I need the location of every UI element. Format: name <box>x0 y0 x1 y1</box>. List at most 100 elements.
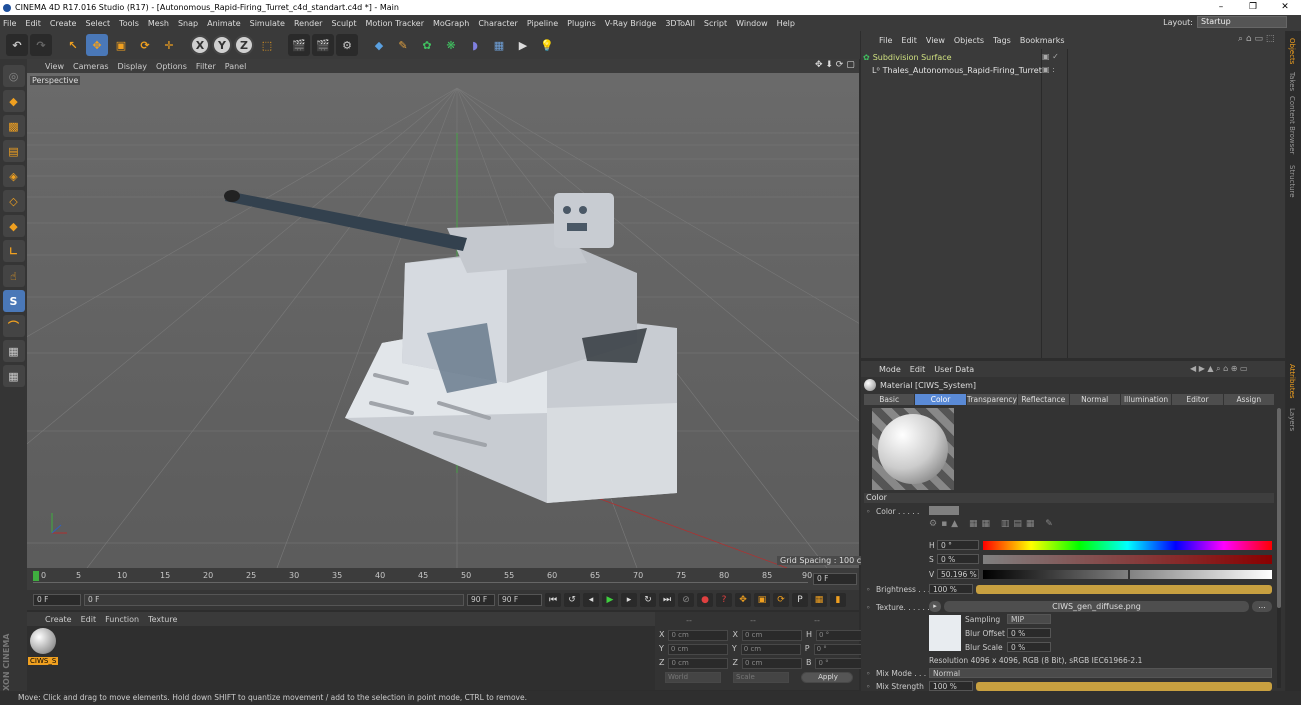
coordinate-system-icon[interactable]: ⬚ <box>256 34 278 56</box>
coord-mode-dropdown[interactable]: World <box>665 672 721 683</box>
object-menu-tags[interactable]: Tags <box>993 36 1011 45</box>
object-menu-objects[interactable]: Objects <box>954 36 984 45</box>
attr-scrollbar-thumb[interactable] <box>1277 408 1281 608</box>
next-frame-icon[interactable]: ▸ <box>621 593 637 607</box>
mixstrength-radio-icon[interactable]: ◦ <box>866 682 870 691</box>
menu-animate[interactable]: Animate <box>207 19 241 28</box>
y-axis-lock-icon[interactable]: Y <box>212 35 232 55</box>
make-editable-icon[interactable]: ◎ <box>2 65 25 87</box>
go-to-end-icon[interactable]: ⏭ <box>659 593 675 607</box>
attr-nav-icons[interactable]: ◀ ▶ ▲ ⌕ ⌂ ⊕ ▭ <box>1190 364 1248 374</box>
sampling-dropdown[interactable]: MIP <box>1007 614 1051 624</box>
viewport-menu-view[interactable]: View <box>45 62 64 71</box>
menu-edit[interactable]: Edit <box>25 19 41 28</box>
material-menu-create[interactable]: Create <box>45 615 72 624</box>
mix-strength-slider[interactable] <box>976 682 1272 691</box>
value-slider-knob[interactable] <box>1127 569 1130 580</box>
attr-menu-edit[interactable]: Edit <box>910 365 926 374</box>
attr-scrollbar[interactable] <box>1277 408 1281 688</box>
tweak-mode-icon[interactable]: ☝ <box>2 265 25 287</box>
texture-radio-icon[interactable]: ◦ <box>866 603 870 612</box>
object-menu-bookmarks[interactable]: Bookmarks <box>1020 36 1065 45</box>
material-thumbnail[interactable] <box>30 628 56 654</box>
tab-reflectance[interactable]: Reflectance <box>1018 394 1069 405</box>
previous-frame-icon[interactable]: ◂ <box>583 593 599 607</box>
menu-window[interactable]: Window <box>736 19 768 28</box>
menu-script[interactable]: Script <box>704 19 727 28</box>
position-z-field[interactable]: 0 cm <box>668 658 729 669</box>
point-mode-icon[interactable]: ◈ <box>2 165 25 187</box>
render-picture-viewer-icon[interactable]: 🎬 <box>312 34 334 56</box>
object-menu-view[interactable]: View <box>926 36 945 45</box>
value-slider[interactable] <box>983 569 1272 580</box>
viewport-menu-filter[interactable]: Filter <box>196 62 216 71</box>
menu-file[interactable]: File <box>3 19 16 28</box>
timeline-menu-icon[interactable]: ▮ <box>830 593 846 607</box>
3d-viewport[interactable] <box>27 73 859 568</box>
tab-structure[interactable]: Structure <box>1288 165 1296 198</box>
material-menu-texture[interactable]: Texture <box>148 615 177 624</box>
restore-button[interactable]: ❐ <box>1237 0 1269 15</box>
model-mode-icon[interactable]: ◆ <box>2 90 25 112</box>
texture-arrow-button[interactable]: ▸ <box>929 601 941 612</box>
close-button[interactable]: ✕ <box>1269 0 1301 15</box>
z-axis-lock-icon[interactable]: Z <box>234 35 254 55</box>
minimize-button[interactable]: – <box>1205 0 1237 15</box>
color-section-header[interactable]: Color <box>864 493 1274 503</box>
tab-attributes[interactable]: Attributes <box>1288 364 1296 399</box>
menu-render[interactable]: Render <box>294 19 322 28</box>
texture-mode-icon[interactable]: ▩ <box>2 115 25 137</box>
subdivision-icon[interactable]: ✿ <box>416 34 438 56</box>
position-y-field[interactable]: 0 cm <box>667 644 728 655</box>
attr-menu-mode[interactable]: Mode <box>879 365 901 374</box>
viewport-menu-options[interactable]: Options <box>156 62 187 71</box>
polygon-mode-icon[interactable]: ◆ <box>2 215 25 237</box>
workplane-mode-icon[interactable]: ▤ <box>2 140 25 162</box>
floor-icon[interactable]: ▦ <box>488 34 510 56</box>
tab-transparency[interactable]: Transparency <box>966 394 1018 405</box>
visibility-dots-icon-2[interactable]: ▣ : <box>1042 65 1055 74</box>
menu-help[interactable]: Help <box>777 19 795 28</box>
pen-spline-icon[interactable]: ✎ <box>392 34 414 56</box>
undo-icon[interactable]: ↶ <box>6 34 28 56</box>
viewport-nav-icons[interactable]: ✥ ⬇ ⟳ ▢ <box>815 60 855 70</box>
menu-motion-tracker[interactable]: Motion Tracker <box>365 19 424 28</box>
timeline-ruler[interactable]: 0 5 10 15 20 25 30 35 40 45 50 55 60 65 … <box>27 568 859 590</box>
render-settings-icon[interactable]: ⚙ <box>336 34 358 56</box>
object-menu-edit[interactable]: Edit <box>901 36 917 45</box>
end-frame-field[interactable]: 90 F <box>498 594 542 606</box>
value-field[interactable]: 50.196 % <box>937 569 979 579</box>
key-scale-icon[interactable]: ▣ <box>754 593 770 607</box>
key-pla-icon[interactable]: ▦ <box>811 593 827 607</box>
mix-strength-field[interactable]: 100 % <box>929 681 973 691</box>
viewport-menu-display[interactable]: Display <box>118 62 148 71</box>
material-name[interactable]: CIWS_S <box>28 657 59 665</box>
locked-workplane-icon[interactable]: ▦ <box>2 365 25 387</box>
key-param-icon[interactable]: P <box>792 593 808 607</box>
material-menu-function[interactable]: Function <box>105 615 139 624</box>
viewport-menu-panel[interactable]: Panel <box>225 62 247 71</box>
tab-color[interactable]: Color <box>915 394 966 405</box>
size-y-field[interactable]: 0 cm <box>740 644 801 655</box>
texture-thumbnail[interactable] <box>929 615 961 651</box>
next-key-icon[interactable]: ↻ <box>640 593 656 607</box>
material-preview[interactable] <box>872 408 954 490</box>
cloner-icon[interactable]: ❋ <box>440 34 462 56</box>
object-search-icons[interactable]: ⌕ ⌂ ▭ ⬚ <box>1238 34 1274 44</box>
color-swatch[interactable] <box>929 506 959 515</box>
layout-dropdown[interactable]: Startup <box>1197 16 1287 28</box>
range-max-field[interactable]: 90 F <box>467 594 495 606</box>
deformer-icon[interactable]: ◗ <box>464 34 486 56</box>
tab-basic[interactable]: Basic <box>864 394 915 405</box>
viewport-menu-cameras[interactable]: Cameras <box>73 62 109 71</box>
frame-range-slider[interactable]: 0 F <box>84 594 464 606</box>
size-x-field[interactable]: 0 cm <box>741 630 802 641</box>
render-view-icon[interactable]: 🎬 <box>288 34 310 56</box>
workplane-icon[interactable]: ▦ <box>2 340 25 362</box>
tab-assign[interactable]: Assign <box>1223 394 1274 405</box>
menu-snap[interactable]: Snap <box>178 19 198 28</box>
hue-slider[interactable] <box>983 541 1272 550</box>
menu-tools[interactable]: Tools <box>119 19 139 28</box>
mix-mode-dropdown[interactable]: Normal <box>929 668 1272 678</box>
tab-content-browser[interactable]: Content Browser <box>1288 96 1296 154</box>
